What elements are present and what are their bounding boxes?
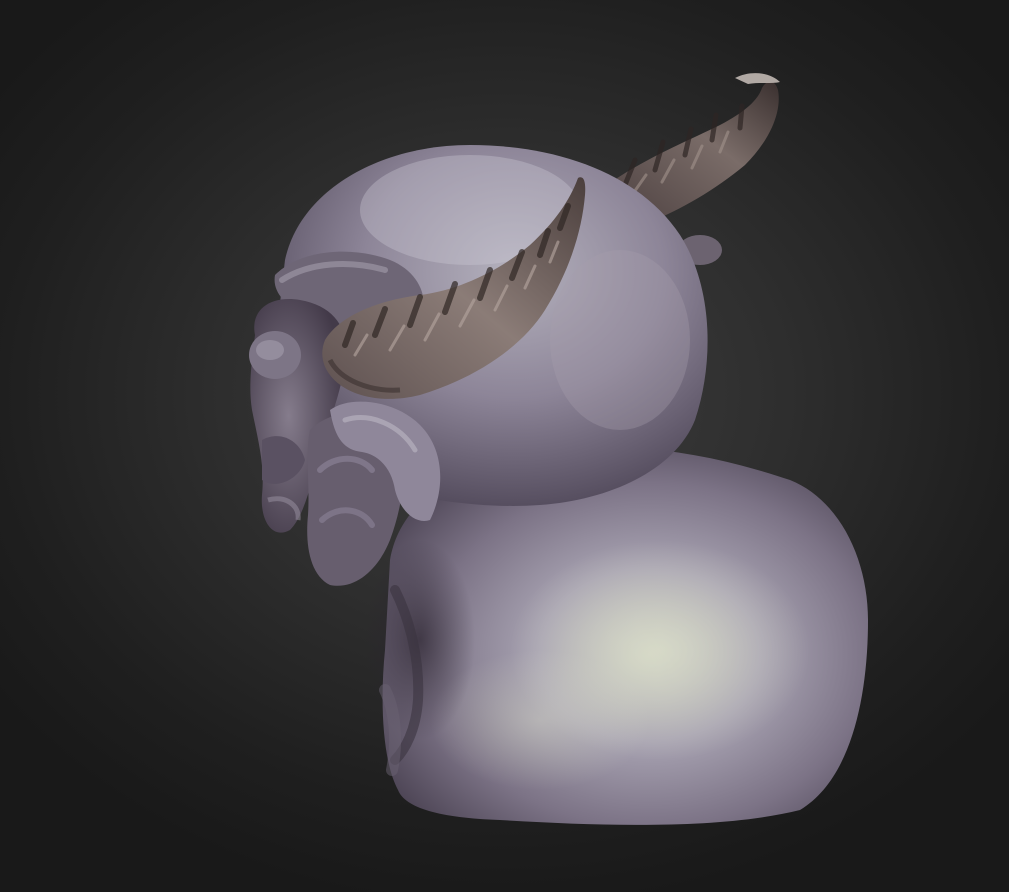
render-viewport <box>0 0 1009 892</box>
sculpted-creature-bust <box>249 73 868 825</box>
